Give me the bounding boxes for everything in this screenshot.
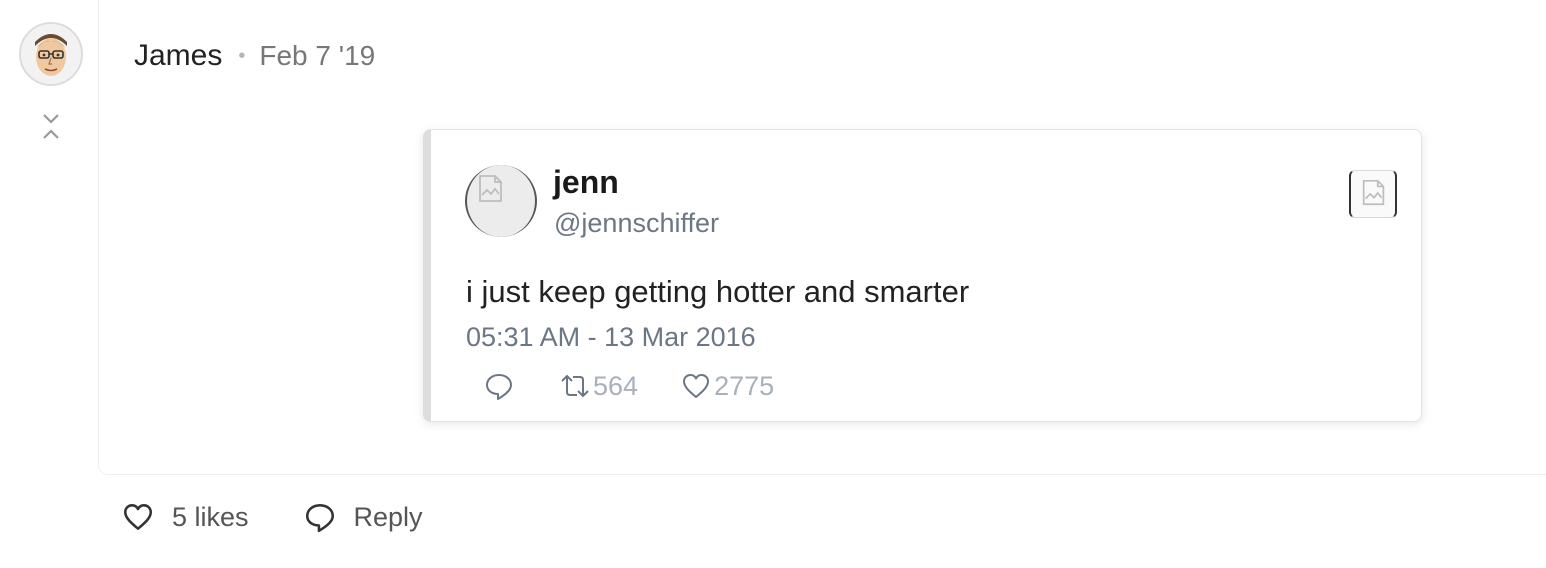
tweet-retweet-count: 564: [593, 370, 639, 401]
tweet-embed[interactable]: jenn @jennschiffer i just keep getting h…: [423, 129, 1422, 422]
tweet-actions: 564 2775: [483, 368, 774, 404]
post-header: James • Feb 7 '19: [134, 36, 375, 76]
post-actions: 5 likes Reply: [121, 497, 423, 537]
tweet-author-name[interactable]: jenn: [553, 164, 619, 201]
reply-button[interactable]: Reply: [303, 500, 423, 534]
speech-bubble-icon: [486, 374, 512, 400]
tweet-source-logo[interactable]: [1349, 170, 1397, 218]
heart-icon: [123, 504, 153, 530]
tweet-like-button[interactable]: 2775: [680, 370, 774, 402]
post-username[interactable]: James: [134, 39, 222, 73]
likes-count-label[interactable]: 5 likes: [172, 502, 249, 533]
reply-label[interactable]: Reply: [354, 502, 423, 533]
retweet-icon: [561, 374, 589, 398]
like-button[interactable]: 5 likes: [121, 500, 249, 534]
tweet-like-count: 2775: [714, 370, 775, 401]
tweet-text: i just keep getting hotter and smarter: [466, 274, 970, 309]
tweet-retweet-button[interactable]: 564: [559, 370, 638, 402]
chevron-collapse-icon[interactable]: [40, 112, 62, 142]
heart-icon: [683, 374, 710, 398]
user-avatar[interactable]: [19, 22, 83, 86]
tweet-author-handle[interactable]: @jennschiffer: [554, 208, 719, 239]
speech-bubble-icon: [305, 504, 334, 533]
broken-image-icon: [479, 175, 502, 202]
post-date[interactable]: Feb 7 '19: [259, 40, 375, 72]
separator-dot: •: [238, 44, 246, 67]
tweet-avatar[interactable]: [465, 165, 537, 237]
broken-image-icon: [1362, 179, 1385, 206]
face-illustration-icon: [21, 24, 81, 84]
tweet-timestamp[interactable]: 05:31 AM - 13 Mar 2016: [466, 322, 756, 353]
tweet-reply-button[interactable]: [483, 370, 515, 402]
